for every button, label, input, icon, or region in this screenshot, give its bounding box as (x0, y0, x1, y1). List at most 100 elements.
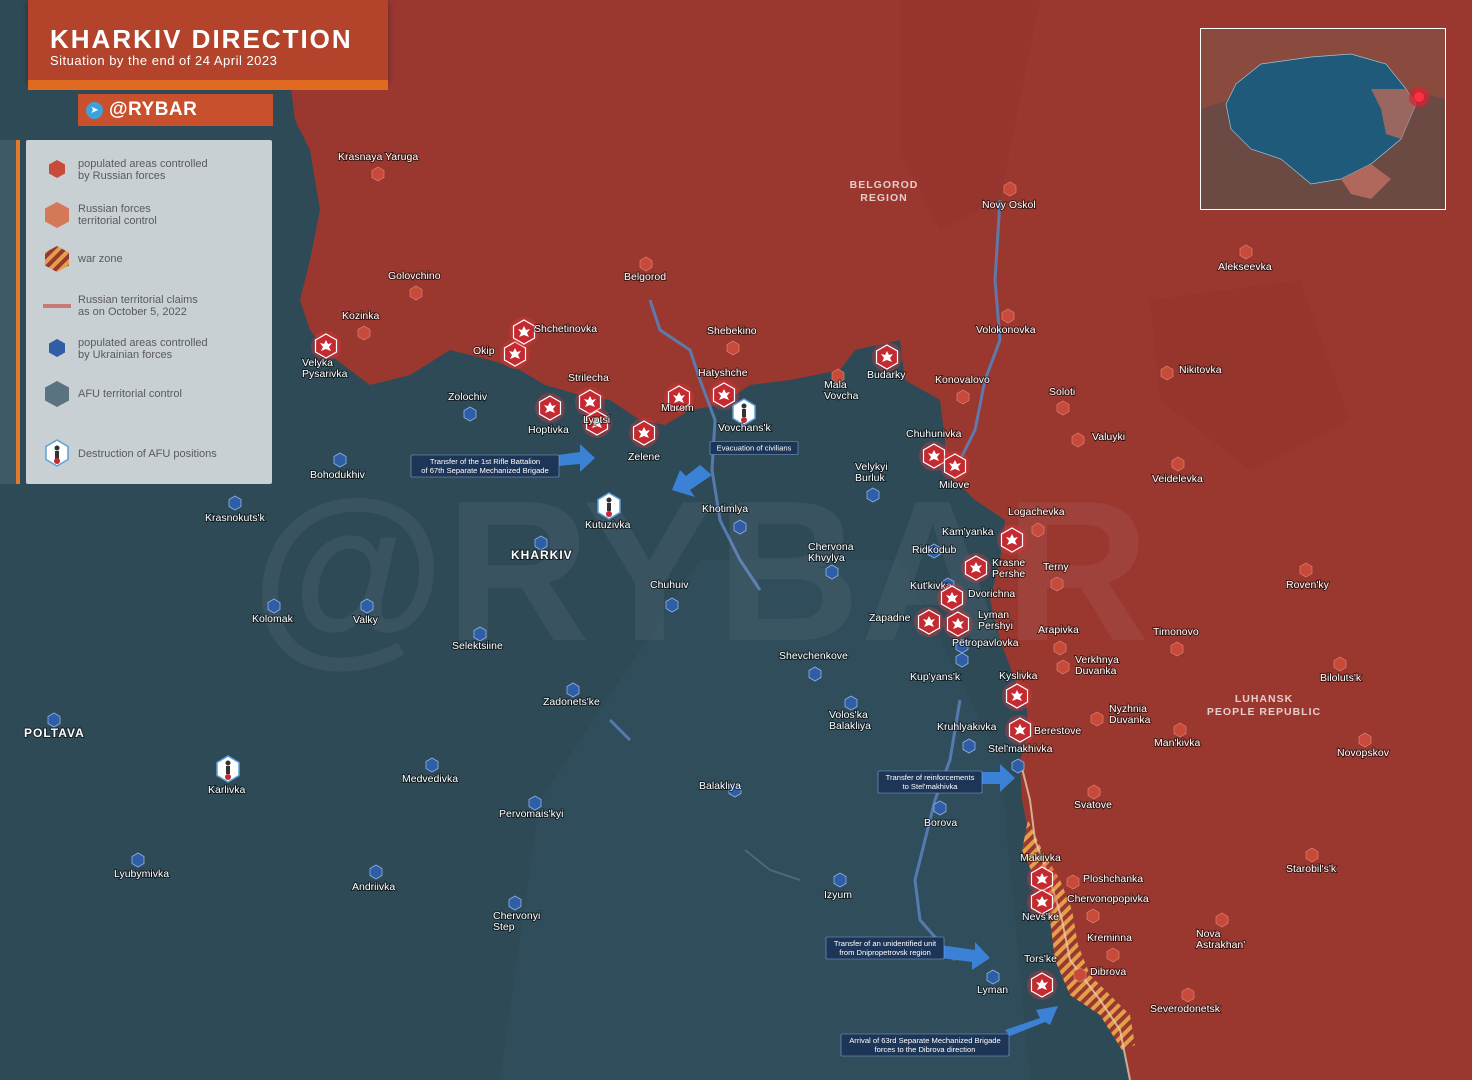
legend-label: populated areas controlled by Ukrainian … (78, 337, 208, 361)
town-label-line: Zelene (628, 451, 660, 463)
town-label: Chuhuiv (650, 579, 689, 591)
town-label-line: Golovchino (388, 270, 441, 282)
town-label-line: Konovalovo (935, 374, 990, 386)
town-label-line: Nikitovka (1179, 364, 1222, 376)
town-label-line: Novy Oskol (982, 199, 1036, 211)
town-label: Zolochiv (448, 391, 488, 403)
town-label: Karlivka (208, 784, 246, 796)
town-label: Khotimlya (702, 503, 748, 515)
strike-town-krasne-pershe[interactable]: Krasne Pershe (961, 553, 1026, 583)
inset-locator-map (1200, 28, 1446, 210)
blue-hexagon-pin-icon (933, 800, 947, 816)
legend-label: war zone (78, 253, 123, 265)
town-label: Zadonets'ke (543, 696, 600, 708)
strike-town-milove[interactable]: Milove (938, 451, 971, 492)
callout-line: Evacuation of civilians (717, 444, 792, 453)
blue-hexagon-pin-icon (333, 452, 347, 468)
town-label-line: Man'kivka (1154, 737, 1201, 749)
town-label-line: Svatove (1074, 799, 1112, 811)
town-label: Chuhunivka (906, 428, 962, 440)
town-label: Roven'ky (1286, 579, 1330, 591)
town-label-line: Kruhlyakivka (937, 721, 997, 733)
region-label-line: REGION (860, 192, 907, 204)
legend-label: Russian territorial claims as on October… (78, 294, 198, 318)
soldier-body (607, 503, 611, 511)
town-label-line: Astrakhan' (1196, 939, 1245, 951)
town-label: Borova (924, 817, 957, 829)
soldier-body (226, 766, 230, 774)
town-label: Man'kivka (1154, 737, 1201, 749)
callout-5[interactable]: Arrival of 63rd Separate Mechanized Brig… (840, 1033, 1010, 1057)
town-label: Zapadne (869, 612, 911, 624)
town-label: Tors'ke (1024, 953, 1057, 965)
strike-town-zelene[interactable]: Zelene (627, 418, 661, 464)
town-label-line: Andriivka (352, 881, 395, 893)
town-label-line: Selektsiine (452, 640, 503, 652)
town-label: Severodonetsk (1150, 1003, 1221, 1015)
blue-hexagon-pin-icon (955, 652, 969, 668)
town-label-line: Balakliya (829, 720, 871, 732)
legend-label: Destruction of AFU positions (78, 448, 217, 460)
legend: populated areas controlled by Russian fo… (26, 140, 272, 484)
brand-badge[interactable]: ➤ @RYBAR (78, 94, 273, 126)
town-label-line: Krasnokuts'k (205, 512, 266, 524)
town-label: Nyzhnia Duvanka (1109, 703, 1151, 726)
town-label-line: Petropavlovka (952, 637, 1019, 649)
blue-hexagon-pin-icon (425, 757, 439, 773)
town-label: Balakliya (699, 780, 741, 792)
red-hexagon-pin-icon (42, 155, 72, 185)
callout-2[interactable]: Evacuation of civilians (709, 441, 799, 455)
town-label: Novy Oskol (982, 199, 1036, 211)
blue-hexagon-pin-icon (47, 712, 61, 728)
blue-hexagon-pin-icon (508, 895, 522, 911)
town-label: Ploshchanka (1083, 873, 1143, 885)
town-label: Golovchino (388, 270, 441, 282)
town-label-line: Zadonets'ke (543, 696, 600, 708)
town-label-line: Biloluts'k (1320, 672, 1362, 684)
town-label-line: Khotimlya (702, 503, 748, 515)
town-label: Chervonopopivka (1067, 893, 1149, 905)
town-label: Andriivka (352, 881, 395, 893)
town-label: Terny (1043, 561, 1069, 573)
ukrainian-town-ridkodub[interactable]: Ridkodub (911, 543, 958, 559)
telegram-icon: ➤ (86, 101, 103, 119)
town-label: Valky (353, 614, 379, 626)
town-label: Budarky (867, 369, 906, 381)
blue-hexagon-pin-icon (808, 666, 822, 682)
callout-3[interactable]: Transfer of reinforcements to Stel'makhiv… (877, 770, 983, 794)
red-hexagon-icon (42, 200, 72, 230)
town-label-line: Kolomak (252, 613, 294, 625)
soldier-head (741, 403, 747, 409)
town-label-line: Ridkodub (912, 544, 957, 556)
town-label-line: Hoptivka (528, 424, 569, 436)
town-label-line: Soloti (1049, 386, 1075, 398)
town-label: Verkhnya Duvanka (1075, 654, 1119, 677)
blue-hexagon-pin-icon (1011, 758, 1025, 774)
callout-1[interactable]: Transfer of the 1st Rifle Battalion of 67… (410, 454, 560, 478)
strike-town-lyptsi[interactable]: Lyptsi (582, 408, 612, 438)
town-label-line: Balakliya (699, 780, 741, 792)
town-label: Kozinka (342, 310, 380, 322)
legend-item-afu-destruction: Destruction of AFU positions (26, 436, 272, 472)
soldier-head (606, 497, 612, 503)
town-label-line: Duvanka (1109, 714, 1151, 726)
town-label-line: Kozinka (342, 310, 380, 322)
town-label-line: Dvorichna (968, 588, 1015, 600)
town-label: Kyslivka (999, 670, 1038, 682)
town-label-line: Makiivka (1020, 852, 1061, 864)
legend-label: AFU territorial control (78, 388, 182, 400)
town-label: Milove (939, 479, 970, 491)
town-label-line: Hatyshche (698, 367, 748, 379)
legend-label: populated areas controlled by Russian fo… (78, 158, 208, 182)
town-label-line: Chuhunivka (906, 428, 962, 440)
callout-4[interactable]: Transfer of an unidentified unit from Dni… (825, 936, 945, 960)
town-label-line: Timonovo (1153, 626, 1199, 638)
town-label: Lyman Pershyi (978, 609, 1013, 632)
map-subtitle: Situation by the end of 24 April 2023 (50, 53, 278, 68)
town-label-line: Ploshchanka (1083, 873, 1143, 885)
town-label-line: Kutuzivka (585, 519, 631, 531)
legend-label: Russian forces territorial control (78, 203, 157, 227)
town-label-line: Kup'yans'k (910, 671, 961, 683)
town-label-line: Okip (473, 345, 495, 357)
town-label: Selektsiine (452, 640, 503, 652)
